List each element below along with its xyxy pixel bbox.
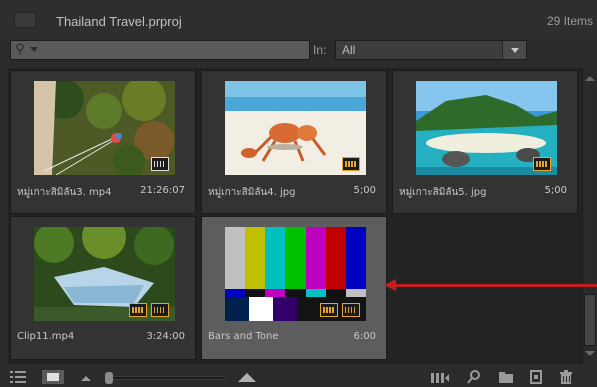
scrollbar-thumb[interactable] [584, 294, 596, 346]
chevron-down-icon[interactable] [502, 41, 526, 59]
media-item-duration: 3:24:00 [146, 331, 185, 342]
video-badge-icon [129, 303, 147, 317]
media-item-duration: 5;00 [544, 185, 567, 196]
media-item-name: Bars and Tone [208, 331, 279, 342]
bottom-toolbar [0, 368, 597, 387]
media-item-name: หมู่เกาะสิมิลัน5. jpg [399, 187, 487, 198]
project-panel-header: Thailand Travel.prproj 29 Items [0, 0, 597, 40]
zoom-large-icon[interactable] [236, 370, 258, 384]
find-icon[interactable] [466, 370, 482, 384]
media-item-duration: 5;00 [353, 185, 376, 196]
in-label: In: [313, 43, 327, 57]
project-title: Thailand Travel.prproj [56, 14, 182, 29]
trash-icon[interactable] [558, 370, 574, 384]
zoom-small-icon[interactable] [78, 370, 94, 384]
vertical-scrollbar[interactable] [582, 68, 596, 364]
scroll-up-icon[interactable] [585, 76, 595, 81]
media-item[interactable]: หมู่เกาะสิมิลัน3. mp4 21:26:07 [10, 70, 196, 214]
scroll-down-icon[interactable] [585, 351, 595, 356]
media-item[interactable]: หมู่เกาะสิมิลัน5. jpg 5;00 [392, 70, 578, 214]
search-options-chevron-icon[interactable] [30, 47, 38, 52]
media-item-selected[interactable]: Bars and Tone 6:00 [201, 216, 387, 360]
media-item-name: Clip11.mp4 [17, 331, 75, 342]
annotation-arrow [388, 284, 597, 287]
media-item-duration: 21:26:07 [140, 185, 185, 196]
annotation-arrow-head [384, 279, 396, 291]
list-view-icon[interactable] [10, 370, 26, 384]
zoom-slider-track[interactable] [108, 376, 226, 380]
in-filter-select[interactable]: All [335, 40, 527, 60]
audio-badge-icon [151, 303, 169, 317]
item-count: 29 Items [546, 14, 593, 28]
video-badge-icon [342, 157, 360, 171]
media-grid: หมู่เกาะสิมิลัน3. mp4 21:26:07 หมู่เกาะส… [8, 68, 582, 364]
audio-badge-icon [342, 303, 360, 317]
audio-badge-icon [151, 157, 169, 171]
search-icon[interactable]: ⚲ [15, 42, 25, 57]
project-icon [14, 12, 36, 28]
search-input[interactable]: ⚲ [10, 40, 310, 60]
in-filter-value: All [342, 43, 356, 57]
media-item[interactable]: หมู่เกาะสิมิลัน4. jpg 5;00 [201, 70, 387, 214]
media-item-name: หมู่เกาะสิมิลัน4. jpg [208, 187, 296, 198]
media-item-name: หมู่เกาะสิมิลัน3. mp4 [17, 187, 112, 198]
video-badge-icon [320, 303, 338, 317]
new-bin-icon[interactable] [498, 370, 514, 384]
media-item-duration: 6:00 [353, 331, 376, 342]
video-badge-icon [533, 157, 551, 171]
zoom-slider-knob[interactable] [105, 372, 113, 384]
automate-to-sequence-icon[interactable] [430, 370, 450, 384]
media-item[interactable]: Clip11.mp4 3:24:00 [10, 216, 196, 360]
icon-view-icon[interactable] [42, 370, 64, 384]
new-item-icon[interactable] [528, 370, 544, 384]
